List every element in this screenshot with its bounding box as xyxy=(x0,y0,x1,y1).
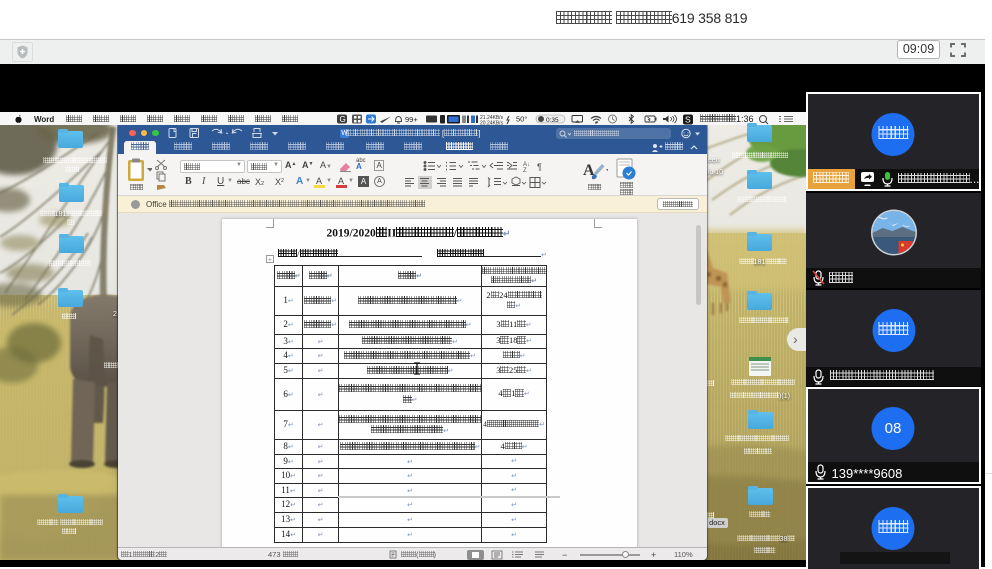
svg-text:0:35: 0:35 xyxy=(546,117,559,124)
svg-text:S: S xyxy=(685,115,691,125)
svg-text:99+: 99+ xyxy=(405,115,418,124)
svg-text:Z: Z xyxy=(523,168,527,172)
svg-text:50°: 50° xyxy=(516,115,527,124)
svg-text:¶: ¶ xyxy=(537,162,542,172)
svg-text:G: G xyxy=(340,115,346,124)
